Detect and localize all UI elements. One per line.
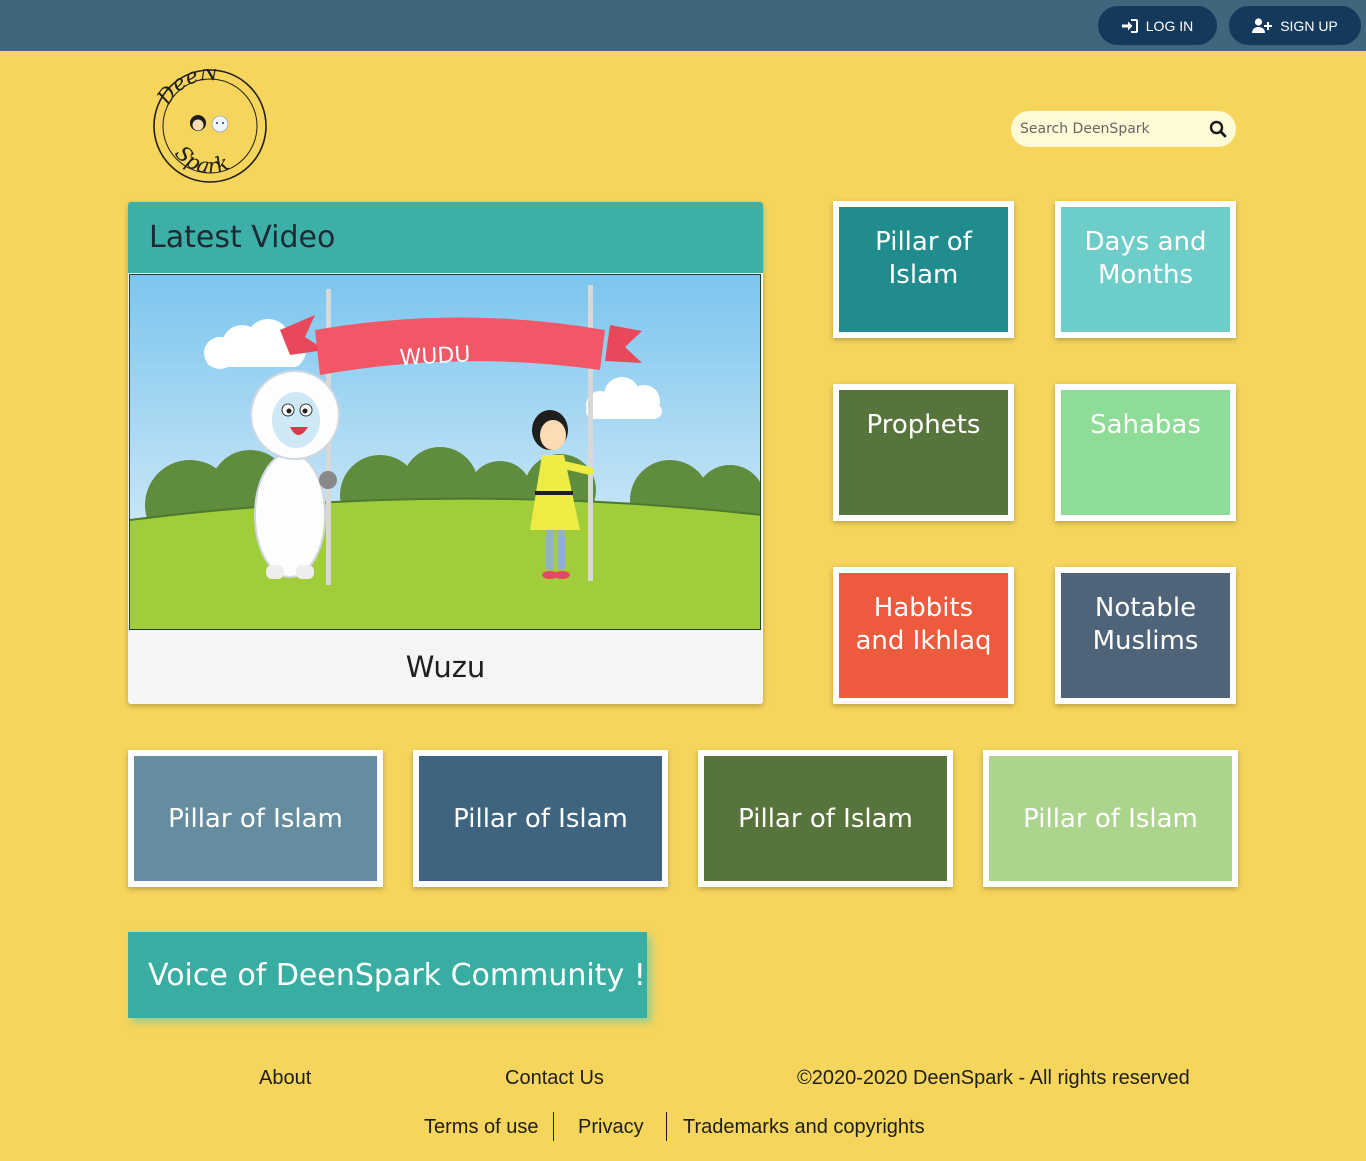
featured-label: Pillar of Islam <box>1023 803 1198 834</box>
category-label: Prophets <box>866 410 981 440</box>
sign-in-icon <box>1121 18 1138 33</box>
footer-trademarks-link[interactable]: Trademarks and copyrights <box>683 1116 925 1139</box>
category-label: Sahabas <box>1090 410 1201 440</box>
footer-divider <box>553 1112 554 1141</box>
community-label: Voice of DeenSpark Community ! <box>148 957 646 993</box>
community-banner[interactable]: Voice of DeenSpark Community ! <box>128 932 647 1018</box>
search-input[interactable] <box>1020 121 1200 137</box>
latest-video-heading: Latest Video <box>149 220 336 255</box>
top-bar: LOG IN SIGN UP <box>0 0 1366 51</box>
search-icon[interactable] <box>1209 120 1227 138</box>
featured-tile[interactable]: Pillar of Islam <box>698 750 953 887</box>
footer-divider <box>666 1112 667 1141</box>
category-label: Days and Months <box>1084 227 1207 290</box>
video-title[interactable]: Wuzu <box>128 630 763 704</box>
category-label: Notable Muslims <box>1092 593 1199 656</box>
featured-label: Pillar of Islam <box>738 803 913 834</box>
wudu-illustration: WUDU <box>130 275 760 629</box>
banner-text: WUDU <box>399 342 471 371</box>
footer-copyright: ©2020-2020 DeenSpark - All rights reserv… <box>797 1067 1190 1089</box>
category-tile-notable-muslims[interactable]: Notable Muslims <box>1055 567 1236 704</box>
category-tile-habbits-and-ikhlaq[interactable]: Habbits and Ikhlaq <box>833 567 1014 704</box>
search-box <box>1011 111 1236 147</box>
category-tile-sahabas[interactable]: Sahabas <box>1055 384 1236 521</box>
svg-text:DeeN: DeeN <box>152 69 219 110</box>
featured-label: Pillar of Islam <box>453 803 628 834</box>
category-label: Pillar of Islam <box>875 227 972 290</box>
user-plus-icon <box>1252 18 1273 33</box>
logo-text-top: DeeN <box>152 69 219 110</box>
category-label: Habbits and Ikhlaq <box>855 593 992 656</box>
video-thumbnail[interactable]: WUDU <box>129 274 761 630</box>
footer-privacy-link[interactable]: Privacy <box>578 1116 644 1139</box>
deenspark-logo[interactable]: DeeN Spark <box>150 69 270 183</box>
footer-terms-link[interactable]: Terms of use <box>424 1116 538 1139</box>
category-tile-days-and-months[interactable]: Days and Months <box>1055 201 1236 338</box>
category-tile-pillar-of-islam[interactable]: Pillar of Islam <box>833 201 1014 338</box>
latest-video-card: Latest Video WUDU Wuzu <box>128 202 763 704</box>
signup-button[interactable]: SIGN UP <box>1229 6 1361 45</box>
category-tile-prophets[interactable]: Prophets <box>833 384 1014 521</box>
latest-video-header: Latest Video <box>128 202 763 273</box>
login-label: LOG IN <box>1145 17 1194 34</box>
featured-label: Pillar of Islam <box>168 803 343 834</box>
login-button[interactable]: LOG IN <box>1098 6 1217 45</box>
footer-contact-link[interactable]: Contact Us <box>505 1067 604 1090</box>
featured-tile[interactable]: Pillar of Islam <box>413 750 668 887</box>
signup-label: SIGN UP <box>1280 17 1338 34</box>
featured-tile[interactable]: Pillar of Islam <box>128 750 383 887</box>
featured-tile[interactable]: Pillar of Islam <box>983 750 1238 887</box>
footer-about-link[interactable]: About <box>259 1067 311 1090</box>
